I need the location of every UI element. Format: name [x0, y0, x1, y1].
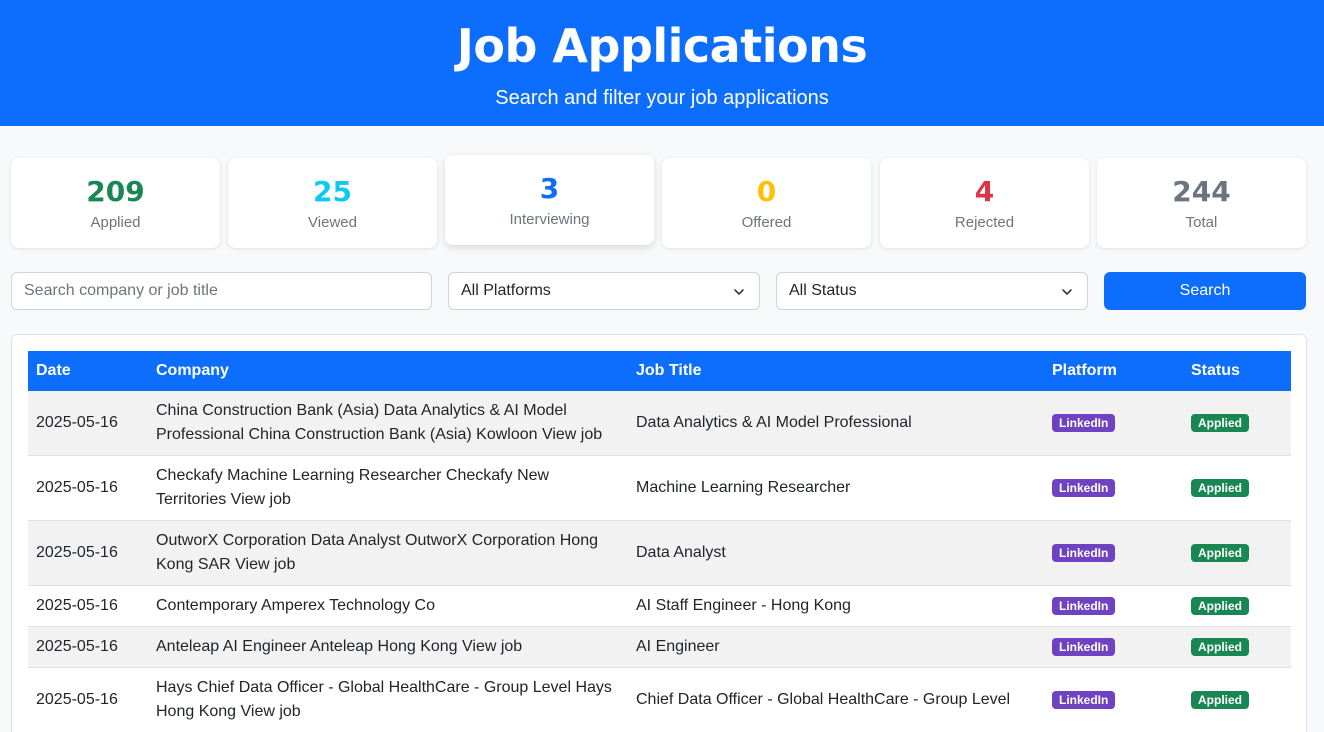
cell-date: 2025-05-16: [28, 391, 148, 456]
cell-date: 2025-05-16: [28, 455, 148, 521]
table-row[interactable]: 2025-05-16 Hays Chief Data Officer - Glo…: [28, 667, 1291, 732]
stat-value: 209: [86, 175, 145, 208]
status-badge: Applied: [1191, 638, 1249, 656]
stat-label: Viewed: [308, 214, 357, 231]
cell-status: Applied: [1183, 520, 1291, 586]
chevron-down-icon: [734, 289, 744, 295]
cell-date: 2025-05-16: [28, 585, 148, 627]
applications-card: Date Company Job Title Platform Status 2…: [11, 334, 1307, 732]
cell-date: 2025-05-16: [28, 626, 148, 668]
cell-date: 2025-05-16: [28, 520, 148, 586]
cell-job-title: Machine Learning Researcher: [628, 455, 1044, 521]
status-badge: Applied: [1191, 597, 1249, 615]
table-row[interactable]: 2025-05-16 Anteleap AI Engineer Anteleap…: [28, 626, 1291, 668]
table-header-row: Date Company Job Title Platform Status: [28, 351, 1291, 391]
status-badge: Applied: [1191, 479, 1249, 497]
cell-status: Applied: [1183, 585, 1291, 627]
status-badge: Applied: [1191, 414, 1249, 432]
header-platform[interactable]: Platform: [1044, 351, 1183, 391]
table-row[interactable]: 2025-05-16 OutworX Corporation Data Anal…: [28, 520, 1291, 586]
cell-status: Applied: [1183, 391, 1291, 456]
table-row[interactable]: 2025-05-16 Checkafy Machine Learning Res…: [28, 455, 1291, 521]
stat-value: 244: [1172, 175, 1231, 208]
table-row[interactable]: 2025-05-16 Contemporary Amperex Technolo…: [28, 585, 1291, 627]
platform-badge: LinkedIn: [1052, 544, 1116, 562]
search-button[interactable]: Search: [1104, 272, 1306, 310]
cell-status: Applied: [1183, 667, 1291, 732]
status-select[interactable]: All Status: [776, 272, 1088, 310]
cell-job-title: Data Analyst: [628, 520, 1044, 586]
header-company[interactable]: Company: [148, 351, 628, 391]
platform-badge: LinkedIn: [1052, 414, 1116, 432]
stat-value: 25: [313, 175, 352, 208]
page-subtitle: Search and filter your job applications: [495, 87, 829, 109]
stat-card-total: 244 Total: [1097, 158, 1306, 248]
cell-company: OutworX Corporation Data Analyst OutworX…: [148, 520, 628, 586]
header-job-title[interactable]: Job Title: [628, 351, 1044, 391]
platform-badge: LinkedIn: [1052, 597, 1116, 615]
status-select-value: All Status: [789, 282, 857, 299]
cell-date: 2025-05-16: [28, 667, 148, 732]
stats-row: 209 Applied 25 Viewed 3 Interviewing 0 O…: [11, 155, 1306, 248]
stat-card-offered: 0 Offered: [662, 158, 871, 248]
stat-label: Interviewing: [509, 211, 590, 228]
table-row[interactable]: 2025-05-16 China Construction Bank (Asia…: [28, 391, 1291, 456]
cell-company: Contemporary Amperex Technology Co: [148, 585, 628, 627]
stat-value: 0: [756, 175, 777, 208]
stat-card-applied: 209 Applied: [11, 158, 220, 248]
status-badge: Applied: [1191, 544, 1249, 562]
cell-job-title: AI Staff Engineer - Hong Kong: [628, 585, 1044, 627]
cell-job-title: Chief Data Officer - Global HealthCare -…: [628, 667, 1044, 732]
cell-platform: LinkedIn: [1044, 391, 1183, 456]
cell-platform: LinkedIn: [1044, 626, 1183, 668]
stat-value: 4: [974, 175, 995, 208]
cell-job-title: AI Engineer: [628, 626, 1044, 668]
cell-platform: LinkedIn: [1044, 455, 1183, 521]
stat-card-rejected: 4 Rejected: [880, 158, 1089, 248]
search-input[interactable]: Search company or job title: [11, 272, 432, 310]
header-date[interactable]: Date: [28, 351, 148, 391]
cell-company: Checkafy Machine Learning Researcher Che…: [148, 455, 628, 521]
platform-badge: LinkedIn: [1052, 479, 1116, 497]
stat-label: Applied: [90, 214, 141, 231]
stat-label: Total: [1185, 214, 1218, 231]
cell-job-title: Data Analytics & AI Model Professional: [628, 391, 1044, 456]
platform-badge: LinkedIn: [1052, 691, 1116, 709]
cell-company: Anteleap AI Engineer Anteleap Hong Kong …: [148, 626, 628, 668]
page-title: Job Applications: [456, 19, 868, 73]
cell-company: China Construction Bank (Asia) Data Anal…: [148, 391, 628, 456]
applications-table: Date Company Job Title Platform Status 2…: [28, 351, 1291, 732]
stat-label: Rejected: [954, 214, 1015, 231]
cell-company: Hays Chief Data Officer - Global HealthC…: [148, 667, 628, 732]
cell-status: Applied: [1183, 455, 1291, 521]
cell-platform: LinkedIn: [1044, 520, 1183, 586]
page-header: Job Applications Search and filter your …: [0, 0, 1324, 126]
chevron-down-icon: [1062, 289, 1072, 295]
cell-platform: LinkedIn: [1044, 585, 1183, 627]
header-status[interactable]: Status: [1183, 351, 1291, 391]
stat-card-viewed: 25 Viewed: [228, 158, 437, 248]
cell-status: Applied: [1183, 626, 1291, 668]
stat-card-interviewing[interactable]: 3 Interviewing: [445, 155, 654, 245]
stat-label: Offered: [741, 214, 792, 231]
platform-select[interactable]: All Platforms: [448, 272, 760, 310]
filter-bar: Search company or job title All Platform…: [11, 272, 1306, 310]
platform-badge: LinkedIn: [1052, 638, 1116, 656]
status-badge: Applied: [1191, 691, 1249, 709]
cell-platform: LinkedIn: [1044, 667, 1183, 732]
stat-value: 3: [539, 172, 560, 205]
platform-select-value: All Platforms: [461, 282, 551, 299]
